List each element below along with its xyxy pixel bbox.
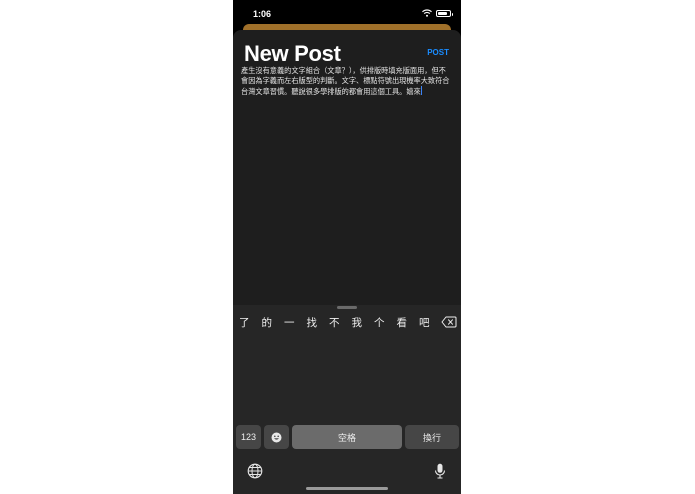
battery-icon (436, 9, 453, 17)
home-indicator[interactable] (306, 487, 388, 490)
candidate-item[interactable]: 不 (323, 315, 346, 330)
phone-screen: 1:06 New Post POST 產生沒有意義的文字組合（文章？），供排版時… (233, 0, 461, 494)
status-bar: 1:06 (233, 0, 461, 26)
post-button[interactable]: POST (427, 48, 449, 57)
new-post-sheet: New Post POST 產生沒有意義的文字組合（文章？），供排版時填充版面用… (233, 30, 461, 305)
candidate-item[interactable]: 的 (256, 315, 279, 330)
page-title: New Post (244, 41, 341, 66)
post-text-area[interactable]: 產生沒有意義的文字組合（文章？），供排版時填充版面用，但不會因為字義而左右版型的… (241, 66, 453, 97)
candidate-item[interactable]: 找 (301, 315, 324, 330)
candidate-item[interactable]: 了 (233, 315, 256, 330)
numbers-key[interactable]: 123 (236, 425, 261, 449)
candidate-item[interactable]: 我 (346, 315, 369, 330)
candidate-bar: 了 的 一 找 不 我 个 看 吧 (233, 314, 461, 330)
status-icons (422, 8, 453, 18)
globe-icon[interactable] (247, 463, 263, 479)
text-caret (421, 86, 423, 95)
keyboard-grabber[interactable] (337, 306, 357, 309)
microphone-icon[interactable] (434, 463, 446, 479)
return-key[interactable]: 換行 (405, 425, 459, 449)
emoji-icon (271, 432, 282, 442)
delete-icon[interactable] (441, 315, 457, 329)
candidate-item[interactable]: 吧 (413, 315, 436, 330)
keyboard: 了 的 一 找 不 我 个 看 吧 123 空格 換行 (233, 305, 461, 494)
wifi-icon (422, 9, 432, 17)
space-key[interactable]: 空格 (292, 425, 402, 449)
candidate-item[interactable]: 个 (368, 315, 391, 330)
candidate-item[interactable]: 看 (391, 315, 414, 330)
emoji-key[interactable] (264, 425, 289, 449)
status-time: 1:06 (253, 9, 272, 19)
candidate-item[interactable]: 一 (278, 315, 301, 330)
post-text: 產生沒有意義的文字組合（文章？），供排版時填充版面用，但不會因為字義而左右版型的… (241, 66, 450, 96)
